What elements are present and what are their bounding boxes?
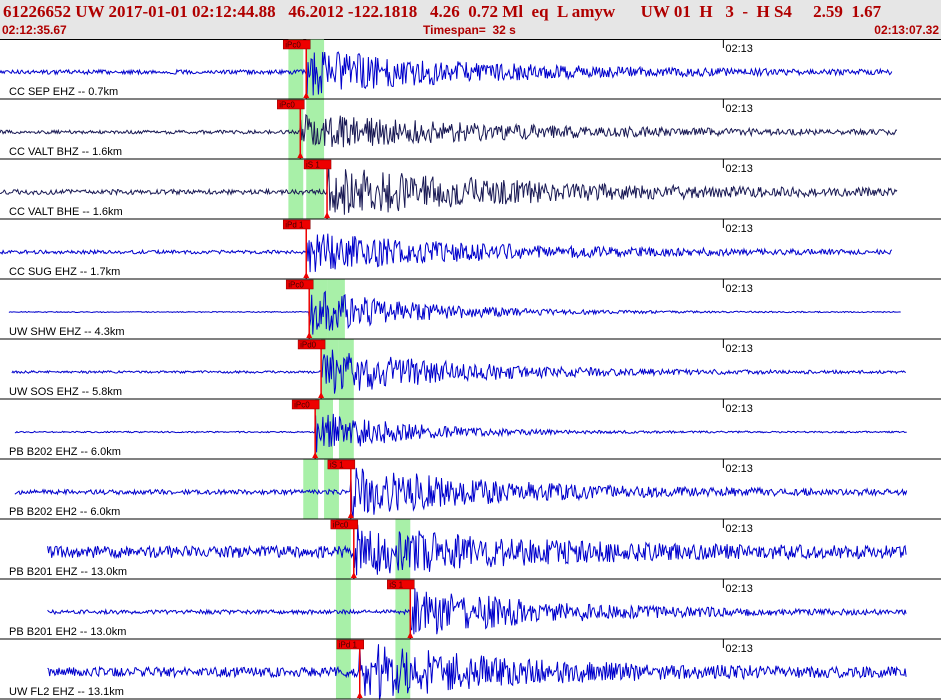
station-label: UW SHW EHZ -- 4.3km	[9, 326, 125, 338]
waveform-trace	[47, 643, 907, 700]
pick-label: iS 1	[389, 581, 403, 590]
timespan-label: Timespan= 32 s	[423, 23, 516, 37]
pick-triangle	[350, 572, 357, 578]
pick-label: iS 1	[330, 461, 344, 470]
minute-label: 02:13	[725, 643, 753, 655]
minute-label: 02:13	[725, 343, 753, 355]
pick-label: iPc0	[279, 101, 295, 110]
waveform-trace	[0, 113, 898, 148]
waveform-trace	[8, 290, 901, 335]
station-label: CC VALT BHZ -- 1.6km	[9, 146, 122, 158]
pick-label: iPd 1	[285, 221, 304, 230]
minute-label: 02:13	[725, 583, 753, 595]
seismogram-panel[interactable]: 02:13 iPc0 CC SEP EHZ -- 0.7km 02:13 iPc0 CC …	[0, 39, 941, 700]
minute-label: 02:13	[725, 163, 753, 175]
pick-label: iPc0	[288, 281, 304, 290]
pick-label: iPc0	[294, 401, 310, 410]
waveform-trace	[0, 233, 893, 273]
header-bar: 61226652 UW 2017-01-01 02:12:44.88 46.20…	[0, 0, 941, 40]
waveform-trace	[14, 467, 908, 519]
pick-window	[303, 459, 319, 519]
minute-label: 02:13	[725, 43, 753, 55]
waveform-trace	[47, 524, 907, 576]
start-time: 02:12:35.67	[2, 23, 67, 37]
station-label: CC VALT BHE -- 1.6km	[9, 206, 123, 218]
minute-label: 02:13	[725, 463, 753, 475]
pick-window	[288, 159, 304, 219]
minute-label: 02:13	[725, 403, 753, 415]
waveform-trace	[14, 413, 907, 453]
station-label: PB B202 EH2 -- 6.0km	[9, 506, 120, 518]
minute-label: 02:13	[725, 223, 753, 235]
end-time: 02:13:07.32	[874, 23, 939, 37]
pick-triangle	[324, 212, 331, 218]
station-label: CC SUG EHZ -- 1.7km	[9, 266, 120, 278]
waveform-trace	[47, 588, 907, 635]
station-label: UW FL2 EHZ -- 13.1km	[9, 686, 124, 698]
station-label: PB B201 EH2 -- 13.0km	[9, 626, 126, 638]
minute-label: 02:13	[725, 283, 753, 295]
station-label: UW SOS EHZ -- 5.8km	[9, 386, 122, 398]
pick-triangle	[303, 272, 310, 278]
pick-label: iPc0	[285, 41, 301, 50]
waveform-trace	[0, 51, 893, 96]
waveform-trace	[11, 349, 907, 394]
pick-label: iPd 1	[339, 641, 358, 650]
pick-label: iPc0	[333, 521, 349, 530]
minute-label: 02:13	[725, 103, 753, 115]
event-title: 61226652 UW 2017-01-01 02:12:44.88 46.20…	[3, 2, 882, 21]
station-label: PB B201 EHZ -- 13.0km	[9, 566, 127, 578]
pick-label: iPd0	[300, 341, 317, 350]
waveform-trace	[0, 166, 898, 215]
pick-window	[335, 579, 351, 639]
station-label: CC SEP EHZ -- 0.7km	[9, 86, 118, 98]
pick-triangle	[356, 692, 363, 698]
pick-label: iS 1	[306, 161, 320, 170]
station-label: PB B202 EHZ -- 6.0km	[9, 446, 121, 458]
minute-label: 02:13	[725, 523, 753, 535]
